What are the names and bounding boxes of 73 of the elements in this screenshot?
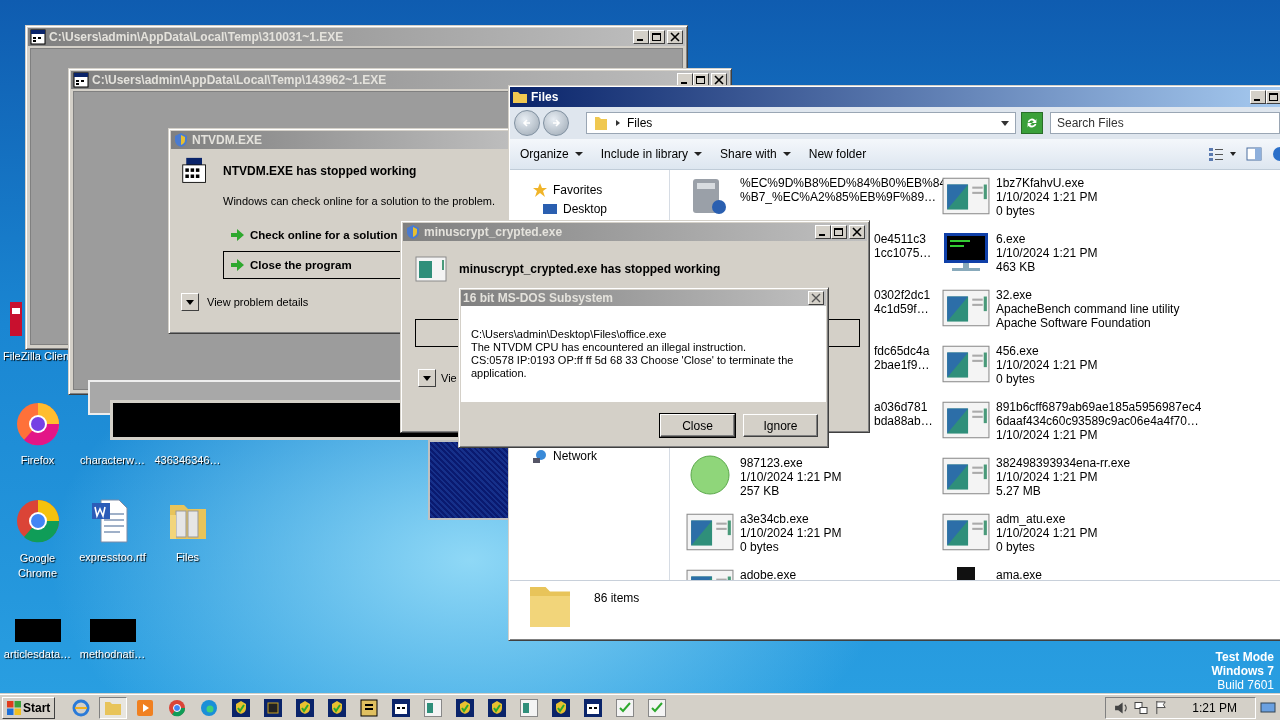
windows-notice-text: Build 7601 [1217,678,1274,692]
command-link[interactable]: Close the program [223,251,401,279]
file-detail: 1/10/2024 1:21 PM [996,190,1098,204]
window-title: NTVDM.EXE [192,133,262,147]
file-detail: %B7_%EC%A2%85%EB%9F%89… [740,190,938,204]
file-name: 6.exe [996,232,1027,246]
file-name: 1bz7KfahvU.exe [996,176,1086,190]
clock[interactable]: 1:21 PM [1192,700,1237,715]
file-name: a036d781 [874,400,929,414]
file-detail: 463 KB [996,260,1037,274]
dialog-heading: NTVDM.EXE has stopped working [223,164,417,178]
file-name: ama.exe [996,568,1043,580]
toolbar-button[interactable]: Organize [516,143,587,165]
file-detail: bda88ab… [874,414,933,428]
file-detail: 1cc1075… [874,246,932,260]
item-count: 86 items [594,591,640,605]
dialog-button[interactable]: Ignore [743,414,818,437]
file-name: %EC%9D%B8%ED%84%B0%EB%84 [740,176,947,190]
file-name: 891b6cff6879ab69ae185a5956987ec4 [996,400,1202,414]
start-button[interactable]: Start [2,696,56,719]
desktop-icon-label[interactable]: Firefox [20,454,55,466]
file-detail: 1/10/2024 1:21 PM [996,526,1098,540]
file-detail: 0 bytes [996,204,1036,218]
window-title: 16 bit MS-DOS Subsystem [463,291,614,305]
file-detail: 6daaf434c60c93589c9ac06e4a4f70… [996,414,1200,428]
file-detail: Apache Software Foundation [996,316,1152,330]
file-detail: 1/10/2024 1:21 PM [740,470,842,484]
file-name: 0302f2dc1 [874,288,931,302]
message-text: C:\Users\admin\Desktop\Files\office.exe [471,328,668,341]
file-name: 0e4511c3 [874,232,927,246]
desktop-icon-label[interactable]: FileZilla Clien [0,350,70,362]
file-name: 987123.exe [740,456,804,470]
file-detail: 1/10/2024 1:21 PM [996,246,1098,260]
file-name: 32.exe [996,288,1034,302]
toolbar-button[interactable]: New folder [804,143,871,165]
file-name: fdc65dc4a [874,344,930,358]
file-name: a3e34cb.exe [740,512,810,526]
file-detail: ApacheBench command line utility [996,302,1180,316]
file-detail: 0 bytes [996,372,1036,386]
file-name: 456.exe [996,344,1040,358]
nav-item[interactable]: Network [553,448,597,463]
window-title: minuscrypt_crypted.exe [424,225,563,239]
details-link[interactable]: View problem details [207,296,309,308]
file-detail: 1/10/2024 1:21 PM [996,428,1099,442]
details-link[interactable]: Vie [441,372,457,384]
file-detail: 1/10/2024 1:21 PM [996,470,1099,484]
nav-item[interactable]: Desktop [563,201,608,216]
nav-item[interactable]: Favorites [553,182,603,197]
file-name: 382498393934ena-rr.exe [996,456,1131,470]
toolbar-button[interactable]: Include in library [596,143,707,165]
dialog-button[interactable]: Close [660,414,735,437]
dialog-heading: minuscrypt_crypted.exe has stopped working [459,262,721,276]
address-bar[interactable]: Files [586,112,1016,134]
windows-notice-text: Windows 7 [1211,664,1274,678]
file-detail: 0 bytes [740,540,780,554]
window-title: C:\Users\admin\AppData\Local\Temp\143962~1.EXE [92,73,387,87]
window-title: C:\Users\admin\AppData\Local\Temp\310031~1.EXE [49,30,344,44]
toolbar-button[interactable]: Share with [716,143,795,165]
window-title: Files [531,90,559,104]
file-detail: 257 KB [740,484,781,498]
dialog-message: Windows can check online for a solution to the problem. [223,195,497,207]
message-text: The NTVDM CPU has encountered an illegal instruction. [471,341,748,354]
file-name: adobe.exe [740,568,797,580]
file-detail: 4c1d59f… [874,302,930,316]
file-detail: 0 bytes [996,540,1036,554]
search-field[interactable]: Search Files [1050,112,1280,134]
message-text: CS:0578 IP:0193 OP:ff ff 5d 68 33 Choose 'Close' to terminate the application. [471,354,795,380]
file-detail: 1/10/2024 1:21 PM [740,526,842,540]
windows-notice-text: Test Mode [1215,650,1274,664]
file-name: adm_atu.exe [996,512,1067,526]
file-detail: 5.27 MB [996,484,1042,498]
file-detail: 1/10/2024 1:21 PM [996,358,1098,372]
file-detail: 2bae1f9… [874,358,930,372]
